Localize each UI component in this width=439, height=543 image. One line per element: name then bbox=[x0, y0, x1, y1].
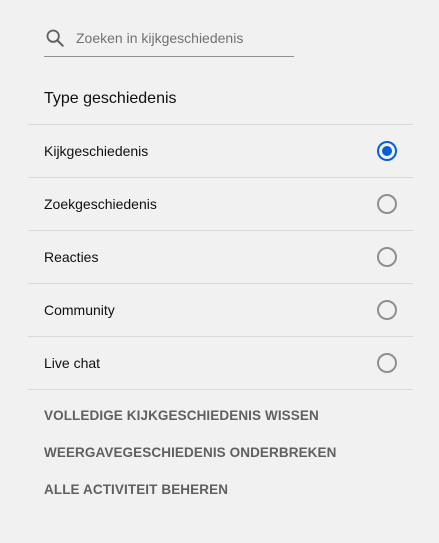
history-type-list: Kijkgeschiedenis Zoekgeschiedenis Reacti… bbox=[28, 124, 413, 390]
history-type-option-watch[interactable]: Kijkgeschiedenis bbox=[28, 125, 413, 178]
search-icon[interactable] bbox=[44, 27, 66, 49]
history-type-option-search[interactable]: Zoekgeschiedenis bbox=[28, 178, 413, 231]
history-actions: VOLLEDIGE KIJKGESCHIEDENIS WISSEN WEERGA… bbox=[44, 406, 337, 517]
option-label: Live chat bbox=[44, 355, 101, 371]
radio-button-selected[interactable] bbox=[377, 141, 397, 161]
clear-history-button[interactable]: VOLLEDIGE KIJKGESCHIEDENIS WISSEN bbox=[44, 406, 337, 426]
option-label: Reacties bbox=[44, 249, 99, 265]
search-input[interactable] bbox=[76, 27, 286, 49]
radio-button[interactable] bbox=[377, 353, 397, 373]
history-type-title: Type geschiedenis bbox=[44, 90, 177, 107]
radio-button[interactable] bbox=[377, 194, 397, 214]
radio-button[interactable] bbox=[377, 300, 397, 320]
option-label: Kijkgeschiedenis bbox=[44, 143, 149, 159]
manage-activity-button[interactable]: ALLE ACTIVITEIT BEHEREN bbox=[44, 480, 337, 500]
history-sidebar: Type geschiedenis Kijkgeschiedenis Zoekg… bbox=[0, 0, 439, 543]
history-type-option-live-chat[interactable]: Live chat bbox=[28, 337, 413, 390]
pause-history-button[interactable]: WEERGAVEGESCHIEDENIS ONDERBREKEN bbox=[44, 443, 337, 463]
history-type-option-comments[interactable]: Reacties bbox=[28, 231, 413, 284]
option-label: Community bbox=[44, 302, 115, 318]
option-label: Zoekgeschiedenis bbox=[44, 196, 157, 212]
radio-button[interactable] bbox=[377, 247, 397, 267]
search-box[interactable] bbox=[44, 20, 294, 57]
history-type-option-community[interactable]: Community bbox=[28, 284, 413, 337]
